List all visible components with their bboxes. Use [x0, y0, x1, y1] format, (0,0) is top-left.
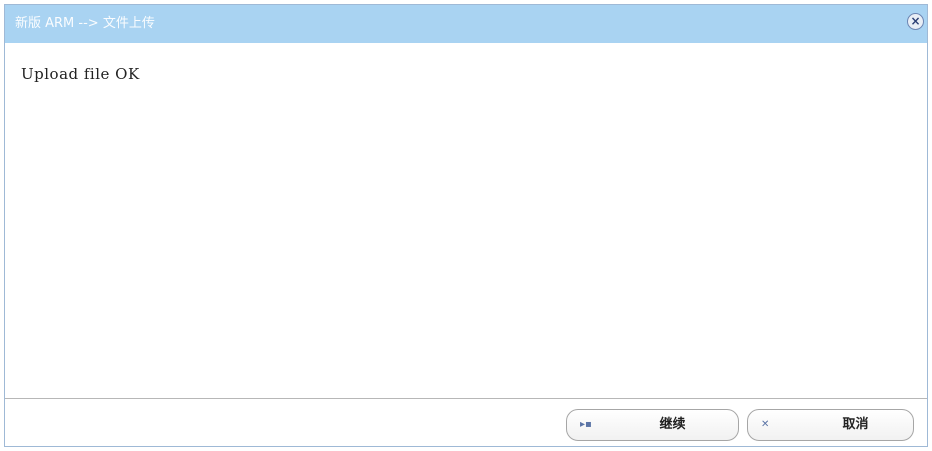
continue-button-label: 继续	[659, 417, 686, 432]
status-message: Upload file OK	[21, 65, 140, 83]
dialog-content: Upload file OK	[5, 43, 927, 400]
cancel-button[interactable]: ✕ 取消	[747, 409, 914, 441]
cancel-button-label: 取消	[842, 417, 869, 432]
close-icon[interactable]: ×	[907, 13, 924, 30]
dialog-footer: ▸▪ 继续 ✕ 取消	[5, 398, 927, 446]
dialog-title: 新版 ARM --> 文件上传	[15, 16, 155, 31]
continue-button[interactable]: ▸▪ 继续	[566, 409, 739, 441]
upload-dialog: 新版 ARM --> 文件上传 × Upload file OK ▸▪ 继续 ✕…	[4, 4, 928, 447]
dialog-titlebar[interactable]: 新版 ARM --> 文件上传 ×	[5, 5, 927, 43]
